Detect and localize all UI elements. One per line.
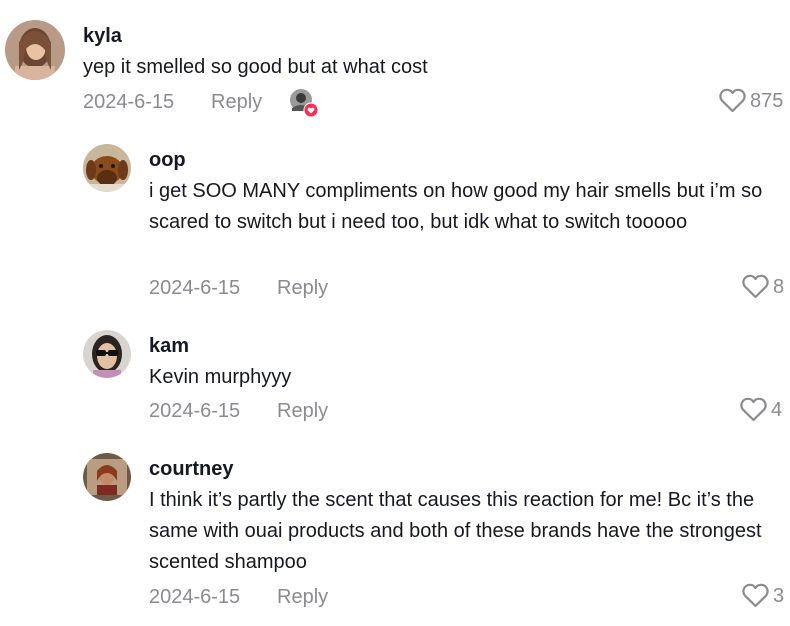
- avatar[interactable]: [5, 20, 65, 80]
- reply-button[interactable]: Reply: [277, 585, 328, 609]
- reply-button[interactable]: Reply: [277, 276, 328, 300]
- comment-text: I think it’s partly the scent that cause…: [149, 489, 762, 573]
- comment-text: Kevin murphyyy: [149, 366, 292, 388]
- comment-date: 2024-6-15: [149, 277, 241, 299]
- avatar[interactable]: [83, 330, 131, 378]
- comment-username[interactable]: oop: [149, 148, 186, 172]
- comment-text: i get SOO MANY compliments on how good m…: [149, 180, 763, 233]
- like-button[interactable]: 3: [742, 583, 784, 608]
- heart-outline-icon: [742, 274, 769, 299]
- like-count: 4: [771, 398, 783, 421]
- avatar[interactable]: [83, 453, 131, 501]
- like-count: 8: [773, 275, 785, 298]
- like-button[interactable]: 4: [740, 397, 782, 422]
- like-button[interactable]: 875: [719, 88, 783, 113]
- heart-outline-icon: [719, 88, 746, 113]
- comment-username[interactable]: courtney: [149, 457, 233, 481]
- comment-date: 2024-6-15: [83, 91, 175, 113]
- avatar[interactable]: [83, 144, 131, 192]
- like-button[interactable]: 8: [742, 274, 784, 299]
- heart-outline-icon: [742, 583, 769, 608]
- creator-liked-badge: [289, 88, 319, 118]
- heart-outline-icon: [740, 397, 767, 422]
- like-count: 875: [750, 89, 784, 112]
- comment-username[interactable]: kam: [149, 334, 189, 358]
- comment-date: 2024-6-15: [149, 400, 241, 422]
- comment-username[interactable]: kyla: [83, 24, 122, 48]
- reply-button[interactable]: Reply: [211, 90, 262, 114]
- comment-text: yep it smelled so good but at what cost: [83, 56, 428, 78]
- like-count: 3: [773, 584, 785, 607]
- reply-button[interactable]: Reply: [277, 399, 328, 423]
- comment-date: 2024-6-15: [149, 586, 241, 608]
